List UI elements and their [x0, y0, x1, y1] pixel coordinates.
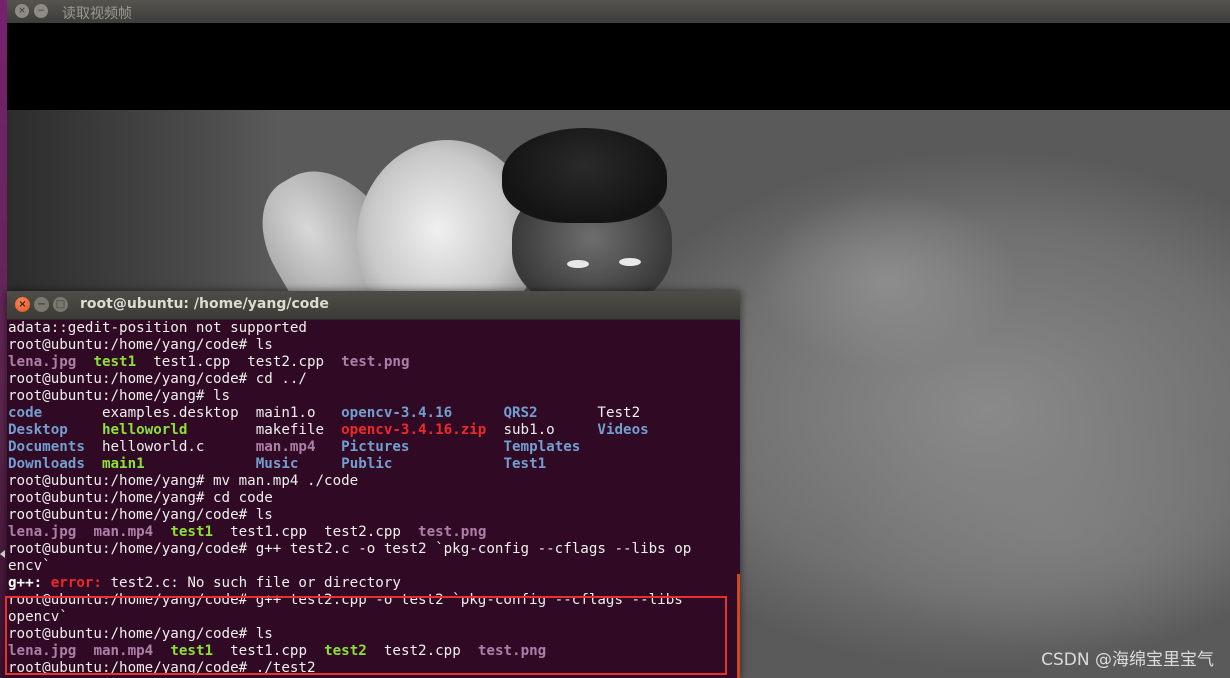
terminal-line: root@ubuntu:/home/yang/code# cd ../: [8, 371, 736, 388]
terminal-text-segment: test1: [170, 524, 214, 540]
terminal-text-segment: Desktop: [8, 422, 68, 438]
terminal-text-segment: root@ubuntu:/home/yang/code# ls: [8, 337, 273, 353]
terminal-text-segment: test.png: [418, 524, 487, 540]
terminal-line: root@ubuntu:/home/yang# ls: [8, 388, 736, 405]
terminal-line: adata::gedit-position not supported: [8, 320, 736, 337]
video-frame-eye: [567, 260, 589, 268]
terminal-title: root@ubuntu: /home/yang/code: [80, 296, 329, 312]
terminal-line: root@ubuntu:/home/yang/code# g++ test2.c…: [8, 541, 736, 558]
terminal-line: Documents helloworld.c man.mp4 Pictures …: [8, 439, 736, 456]
terminal-text-segment: g++:: [8, 575, 51, 591]
terminal-line: root@ubuntu:/home/yang# mv man.mp4 ./cod…: [8, 473, 736, 490]
terminal-text-segment: QRS2: [503, 405, 538, 421]
terminal-line: Downloads main1 Music Public Test1: [8, 456, 736, 473]
highlight-box: [5, 596, 727, 675]
terminal-text-segment: test.png: [341, 354, 410, 370]
video-close-icon[interactable]: ×: [15, 4, 29, 18]
terminal-text-segment: opencv-3.4.16.zip: [341, 422, 487, 438]
terminal-text-segment: makefile: [187, 422, 342, 438]
terminal-text-segment: test1: [93, 354, 137, 370]
terminal-text-segment: helloworld: [101, 422, 188, 438]
terminal-text-segment: man.mp4: [255, 439, 316, 455]
terminal-text-segment: sub1.o: [486, 422, 598, 438]
left-edge-arrow-icon: [0, 550, 5, 558]
terminal-text-segment: lena.jpg: [8, 524, 77, 540]
terminal-text-segment: root@ubuntu:/home/yang# mv man.mp4 ./cod…: [8, 473, 359, 489]
terminal-close-icon[interactable]: ×: [15, 297, 30, 312]
terminal-minimize-icon[interactable]: −: [34, 297, 49, 312]
video-minimize-icon[interactable]: −: [34, 4, 48, 18]
terminal-scrollbar[interactable]: [737, 574, 740, 678]
terminal-maximize-icon[interactable]: □: [53, 297, 68, 312]
terminal-text-segment: Public: [341, 456, 393, 472]
video-top-black-band: [7, 23, 1230, 110]
terminal-text-segment: helloworld.c: [84, 439, 256, 455]
terminal-text-segment: test1.cpp test2.cpp: [213, 524, 419, 540]
terminal-text-segment: code: [8, 405, 43, 421]
terminal-line: root@ubuntu:/home/yang/code# ls: [8, 337, 736, 354]
terminal-text-segment: root@ubuntu:/home/yang# cd code: [8, 490, 273, 506]
terminal-text-segment: encv`: [8, 558, 51, 574]
csdn-watermark: CSDN @海绵宝里宝气: [1041, 650, 1214, 670]
terminal-line: lena.jpg test1 test1.cpp test2.cpp test.…: [8, 354, 736, 371]
terminal-text-segment: root@ubuntu:/home/yang/code# cd ../: [8, 371, 307, 387]
terminal-text-segment: Test1: [503, 456, 547, 472]
terminal-line: lena.jpg man.mp4 test1 test1.cpp test2.c…: [8, 524, 736, 541]
terminal-text-segment: Documents: [8, 439, 85, 455]
terminal-text-segment: main1: [101, 456, 145, 472]
terminal-text-segment: Videos: [597, 422, 649, 438]
terminal-text-segment: root@ubuntu:/home/yang/code# ls: [8, 507, 273, 523]
terminal-text-segment: root@ubuntu:/home/yang/code# g++ test2.c…: [8, 541, 692, 557]
terminal-text-segment: Pictures: [341, 439, 410, 455]
terminal-line: root@ubuntu:/home/yang# cd code: [8, 490, 736, 507]
terminal-text-segment: test2.c: No such file or directory: [110, 575, 401, 591]
terminal-text-segment: man.mp4: [93, 524, 154, 540]
video-window-title: 读取视频帧: [62, 6, 132, 22]
terminal-text-segment: Templates: [503, 439, 581, 455]
video-window-titlebar[interactable]: × − 读取视频帧: [7, 0, 1230, 23]
terminal-text-segment: adata::gedit-position not supported: [8, 320, 307, 336]
terminal-text-segment: error:: [50, 575, 111, 591]
terminal-text-segment: Music: [255, 456, 299, 472]
desktop-launcher-edge: [0, 0, 7, 678]
terminal-text-segment: test1.cpp test2.cpp: [136, 354, 342, 370]
terminal-line: Desktop helloworld makefile opencv-3.4.1…: [8, 422, 736, 439]
terminal-line: g++: error: test2.c: No such file or dir…: [8, 575, 736, 592]
terminal-text-segment: root@ubuntu:/home/yang# ls: [8, 388, 231, 404]
terminal-line: encv`: [8, 558, 736, 575]
terminal-text-segment: examples.desktop main1.o: [42, 405, 342, 421]
terminal-text-segment: Downloads: [8, 456, 85, 472]
video-frame-eye: [619, 258, 641, 266]
terminal-text-segment: lena.jpg: [8, 354, 77, 370]
terminal-line: root@ubuntu:/home/yang/code# ls: [8, 507, 736, 524]
terminal-text-segment: Test2: [537, 405, 641, 421]
terminal-line: code examples.desktop main1.o opencv-3.4…: [8, 405, 736, 422]
terminal-titlebar[interactable]: × − □ root@ubuntu: /home/yang/code: [7, 291, 740, 320]
terminal-text-segment: opencv-3.4.16: [341, 405, 453, 421]
video-frame-hair: [502, 128, 667, 223]
